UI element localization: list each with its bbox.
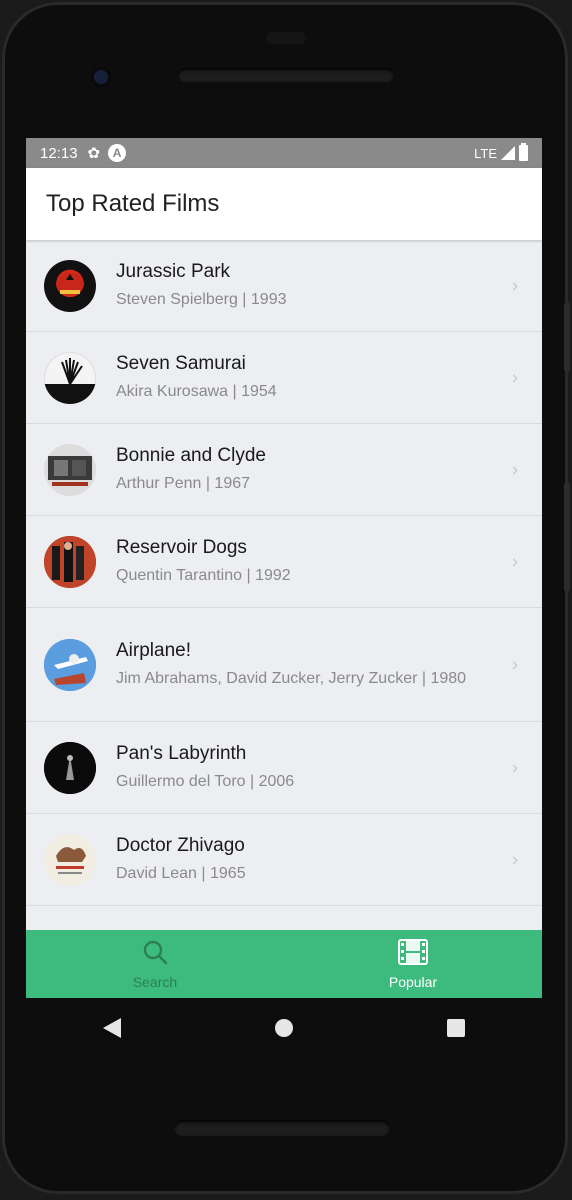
bottom-speaker: [174, 1120, 390, 1136]
signal-icon: [501, 146, 515, 160]
chevron-right-icon: ›: [512, 654, 518, 674]
film-title: Doctor Zhivago: [116, 835, 245, 856]
app-screen: 12:13 ✿ A LTE Top Rated Films Jurassic P…: [26, 138, 542, 998]
film-subtitle: Steven Spielberg | 1993: [116, 291, 287, 308]
film-title: Jurassic Park: [116, 261, 231, 282]
film-subtitle: Arthur Penn | 1967: [116, 475, 251, 492]
film-row[interactable]: Airplane! Jim Abrahams, David Zucker, Je…: [26, 608, 542, 722]
film-icon: [398, 938, 428, 970]
tab-popular[interactable]: Popular: [284, 930, 542, 998]
film-subtitle: Jim Abrahams, David Zucker, Jerry Zucker…: [116, 670, 467, 687]
front-camera: [90, 66, 112, 88]
film-poster: [44, 443, 96, 496]
film-title: Airplane!: [116, 640, 191, 661]
a-icon: A: [108, 144, 127, 162]
chevron-right-icon: ›: [512, 459, 518, 479]
film-subtitle: Akira Kurosawa | 1954: [116, 383, 277, 400]
status-time: 12:13: [40, 144, 78, 162]
tab-search-label: Search: [132, 973, 178, 990]
chevron-right-icon: ›: [512, 367, 518, 387]
film-row[interactable]: Doctor Zhivago David Lean | 1965 ›: [26, 814, 542, 906]
network-label: LTE: [474, 145, 497, 161]
chevron-right-icon: ›: [512, 849, 518, 869]
film-row[interactable]: Seven Samurai Akira Kurosawa | 1954 ›: [26, 332, 542, 424]
film-poster: [44, 741, 96, 794]
page-title: Top Rated Films: [46, 190, 220, 217]
film-subtitle: Quentin Tarantino | 1992: [116, 567, 291, 584]
film-poster: [44, 638, 96, 691]
tab-search[interactable]: Search: [26, 930, 284, 998]
power-button: [564, 302, 570, 372]
film-row[interactable]: Bonnie and Clyde Arthur Penn | 1967 ›: [26, 424, 542, 516]
tab-popular-label: Popular: [388, 973, 438, 990]
search-icon: [142, 939, 168, 970]
battery-icon: [519, 143, 528, 161]
bottom-nav: Search Popular: [26, 930, 542, 998]
film-poster: [44, 833, 96, 886]
film-row[interactable]: Jurassic Park Steven Spielberg | 1993 ›: [26, 240, 542, 332]
film-row[interactable]: Pan's Labyrinth Guillermo del Toro | 200…: [26, 722, 542, 814]
recents-icon[interactable]: [447, 1019, 465, 1037]
film-title: Bonnie and Clyde: [116, 445, 266, 466]
system-nav-bar: [26, 998, 542, 1058]
film-subtitle: Guillermo del Toro | 2006: [116, 773, 295, 790]
film-list[interactable]: Jurassic Park Steven Spielberg | 1993 › …: [26, 240, 542, 906]
proximity-sensor: [266, 32, 306, 44]
app-header: Top Rated Films: [26, 168, 542, 240]
earpiece-speaker: [178, 68, 394, 82]
settings-icon: ✿: [87, 145, 101, 162]
film-title: Reservoir Dogs: [116, 537, 247, 558]
home-icon[interactable]: [275, 1019, 293, 1037]
film-poster: [44, 351, 96, 404]
film-title: Pan's Labyrinth: [116, 743, 247, 764]
film-poster: [44, 535, 96, 588]
film-subtitle: David Lean | 1965: [116, 865, 246, 882]
status-right: LTE: [474, 143, 528, 161]
film-title: Seven Samurai: [116, 353, 246, 374]
film-poster: [44, 259, 96, 312]
chevron-right-icon: ›: [512, 757, 518, 777]
status-bar: 12:13 ✿ A LTE: [26, 138, 542, 168]
chevron-right-icon: ›: [512, 275, 518, 295]
back-icon[interactable]: [103, 1018, 121, 1038]
volume-button: [564, 482, 570, 592]
chevron-right-icon: ›: [512, 551, 518, 571]
film-row[interactable]: Reservoir Dogs Quentin Tarantino | 1992 …: [26, 516, 542, 608]
